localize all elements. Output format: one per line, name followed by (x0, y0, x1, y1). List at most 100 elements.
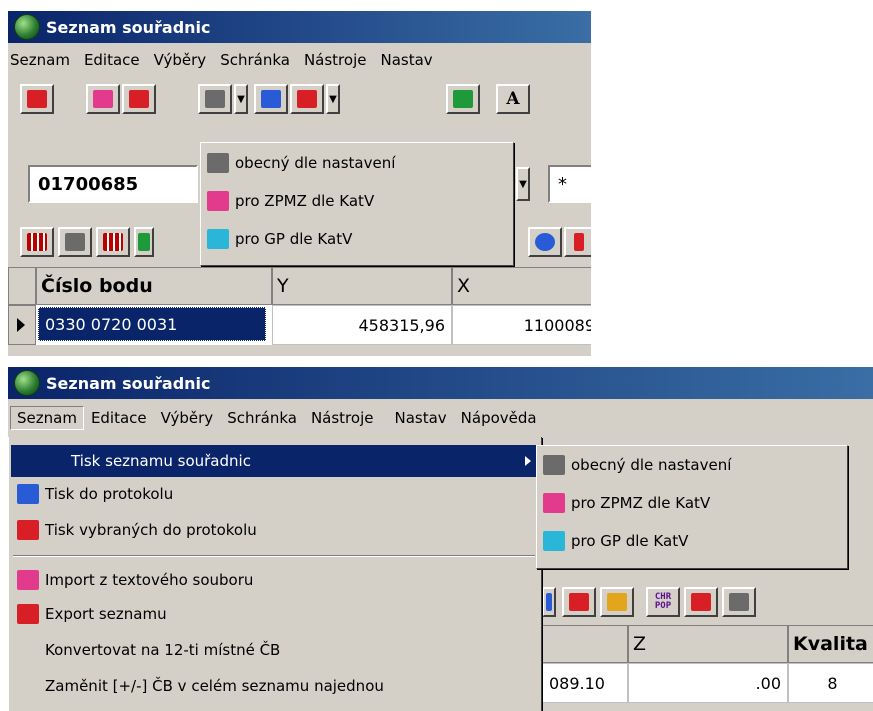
grid-view-4-button[interactable] (134, 227, 154, 257)
header-y[interactable]: Y (272, 267, 452, 305)
delete-points-button[interactable] (684, 587, 718, 617)
toolbar-frag-1-button[interactable] (542, 587, 556, 617)
menu-napoveda[interactable]: Nápověda (454, 409, 544, 427)
export-button[interactable] (122, 84, 156, 114)
bottom-toolbar-fragment: CHR POP (538, 579, 873, 625)
header-z[interactable]: Z (628, 625, 788, 663)
submenu-general-label: obecný dle nastavení (571, 456, 732, 474)
convert-icon (453, 90, 473, 108)
submenu-zpmz-item[interactable]: pro ZPMZ dle KatV (537, 488, 847, 518)
menu-separator (13, 555, 535, 557)
renumber-icon (729, 593, 749, 611)
menu-editace[interactable]: Editace (84, 409, 154, 427)
grid-view-3-button[interactable] (96, 227, 130, 257)
filter-field[interactable]: * (548, 165, 591, 203)
print-button[interactable] (198, 84, 232, 114)
current-row-arrow-icon (17, 318, 25, 332)
row-x-partial[interactable]: 089.10 (538, 663, 628, 703)
top-toolbar: ▼ ▼ A (8, 77, 591, 121)
menu-nastav[interactable]: Nastav (373, 51, 439, 69)
table-edit-button[interactable] (600, 587, 634, 617)
swap-columns-button[interactable] (562, 587, 596, 617)
new-list-button[interactable] (20, 84, 54, 114)
print-protocol-button[interactable] (254, 84, 288, 114)
print-gp-label: pro GP dle KatV (235, 230, 353, 248)
print-selected-button[interactable] (290, 84, 324, 114)
export-icon (129, 90, 149, 108)
app-globe-icon (14, 14, 40, 40)
convert-button[interactable] (446, 84, 480, 114)
submenu-gp-item[interactable]: pro GP dle KatV (537, 526, 847, 556)
bottom-titlebar: Seznam souřadnic (8, 367, 873, 399)
swap-columns-icon (569, 593, 589, 611)
top-grid-corner (8, 267, 36, 305)
menu-import[interactable]: Import z textového souboru (11, 565, 537, 595)
menu-schranka[interactable]: Schránka (213, 51, 297, 69)
print-zpmz-item[interactable]: pro ZPMZ dle KatV (201, 186, 513, 216)
menu-vybery[interactable]: Výběry (154, 409, 221, 427)
swap-button[interactable] (564, 227, 591, 257)
menu-tisk-vybranych[interactable]: Tisk vybraných do protokolu (11, 515, 537, 545)
table-green-icon (138, 233, 150, 251)
submenu-zpmz-label: pro ZPMZ dle KatV (571, 494, 711, 512)
print-gp-item[interactable]: pro GP dle KatV (201, 224, 513, 254)
top-menubar: Seznam Editace Výběry Schránka Nástroje … (8, 43, 591, 77)
menu-import-label: Import z textového souboru (45, 571, 254, 589)
menu-seznam-active[interactable]: Seznam (10, 406, 84, 430)
seznam-menu: Tisk seznamu souřadnic Tisk do protokolu… (8, 437, 542, 711)
renumber-button[interactable] (722, 587, 756, 617)
row-kvalita[interactable]: 8 (788, 663, 873, 703)
menu-editace[interactable]: Editace (77, 51, 147, 69)
table-edit-icon (607, 593, 627, 611)
menu-schranka[interactable]: Schránka (220, 409, 304, 427)
menu-vybery[interactable]: Výběry (147, 51, 214, 69)
top-window-title: Seznam souřadnic (46, 17, 211, 37)
bottom-window: Seznam souřadnic Seznam Editace Výběry S… (8, 367, 873, 711)
submenu-arrow-icon (525, 456, 531, 466)
header-x-partial (538, 625, 628, 663)
row-cislo-cell-frame: 0330 0720 0031 (36, 305, 272, 345)
menu-konvertovat[interactable]: Konvertovat na 12-ti místné ČB (11, 635, 537, 665)
font-button[interactable]: A (496, 84, 530, 114)
row-z[interactable]: .00 (628, 663, 788, 703)
menu-nastroje[interactable]: Nástroje (304, 409, 381, 427)
point-number-field[interactable]: 01700685 (28, 165, 198, 203)
delete-points-icon (691, 593, 711, 611)
top-titlebar: Seznam souřadnic (8, 11, 591, 43)
import-icon (17, 570, 39, 590)
swap-icon (574, 233, 584, 251)
chr-pop-button[interactable]: CHR POP (646, 587, 680, 617)
print-general-item[interactable]: obecný dle nastavení (201, 148, 513, 178)
new-list-icon (27, 90, 47, 108)
header-kvalita[interactable]: Kvalita (788, 625, 873, 663)
header-x[interactable]: X (452, 267, 591, 305)
menu-zamenit[interactable]: Zaměnit [+/-] ČB v celém seznamu najedno… (11, 671, 537, 701)
menu-export[interactable]: Export seznamu (11, 599, 537, 629)
refresh-button[interactable] (528, 227, 562, 257)
menu-nastroje[interactable]: Nástroje (297, 51, 374, 69)
menu-seznam[interactable]: Seznam (8, 51, 77, 69)
printer-icon (205, 90, 225, 108)
top-window: Seznam souřadnic Seznam Editace Výběry S… (8, 11, 591, 356)
header-cislo-bodu[interactable]: Číslo bodu (36, 267, 272, 305)
print-dropdown-button[interactable]: ▼ (234, 84, 248, 114)
row-y[interactable]: 458315,96 (272, 305, 452, 345)
filter-dropdown-button[interactable]: ▼ (516, 167, 530, 201)
menu-konvertovat-label: Konvertovat na 12-ti místné ČB (45, 641, 281, 659)
printer-gp-icon (207, 229, 229, 249)
import-button[interactable] (86, 84, 120, 114)
menu-tisk-do-protokolu-label: Tisk do protokolu (45, 485, 174, 503)
grid-view-2-button[interactable] (58, 227, 92, 257)
menu-nastav[interactable]: Nastav (380, 409, 453, 427)
submenu-general-item[interactable]: obecný dle nastavení (537, 450, 847, 480)
grid-view-1-button[interactable] (20, 227, 54, 257)
protocol-dropdown-button[interactable]: ▼ (326, 84, 340, 114)
row-x[interactable]: 1100089 (452, 305, 591, 345)
row-cislo-bodu[interactable]: 0330 0720 0031 (38, 307, 266, 341)
printer-zpmz-icon (543, 493, 565, 513)
menu-tisk-seznamu[interactable]: Tisk seznamu souřadnic (11, 445, 537, 477)
menu-tisk-do-protokolu[interactable]: Tisk do protokolu (11, 479, 537, 509)
print-selected-icon (297, 90, 317, 108)
table-icon (65, 233, 85, 251)
bottom-menubar: Seznam Editace Výběry Schránka Nástroje … (8, 399, 873, 437)
